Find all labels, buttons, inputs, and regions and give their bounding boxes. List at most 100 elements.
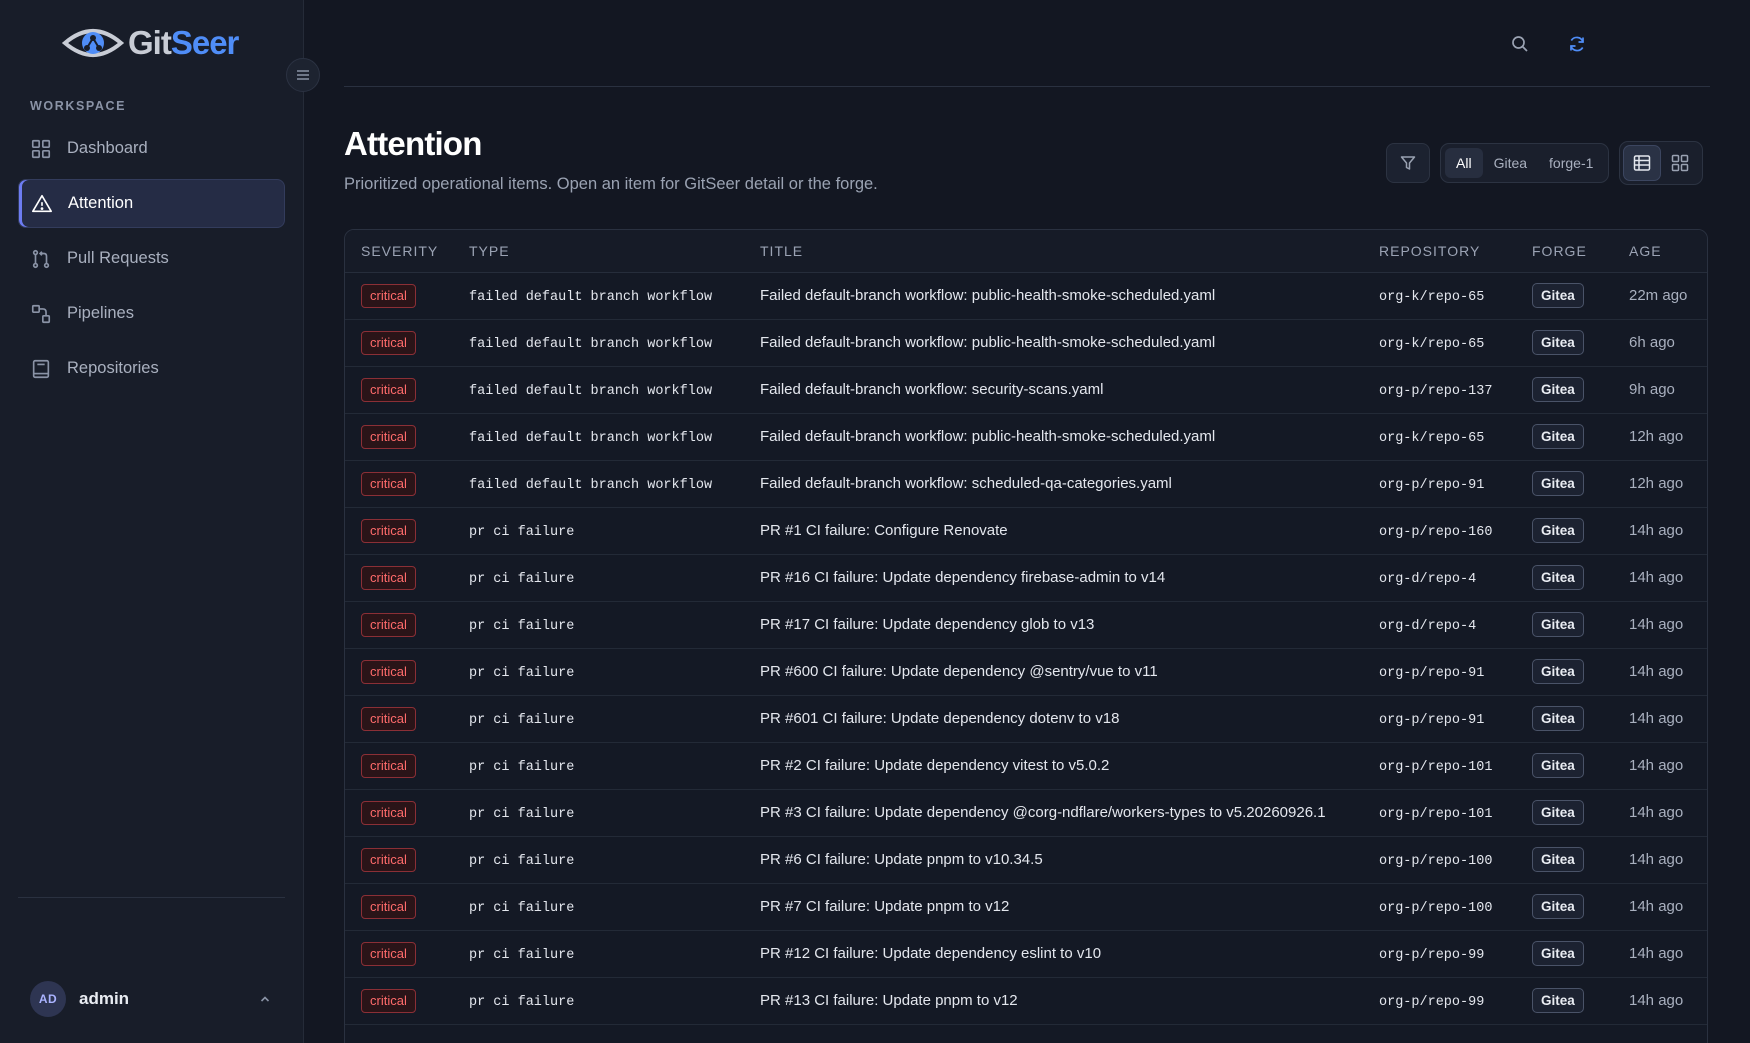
column-header-type[interactable]: TYPE bbox=[453, 230, 744, 273]
table-row[interactable]: critical failed default branch workflow Fa… bbox=[345, 413, 1707, 461]
column-header-age[interactable]: AGE bbox=[1613, 230, 1707, 273]
forge-badge[interactable]: Gitea bbox=[1532, 471, 1584, 496]
age-cell: 14h ago bbox=[1613, 507, 1707, 555]
filter-button[interactable] bbox=[1386, 143, 1430, 183]
forge-cell: Gitea bbox=[1516, 413, 1613, 461]
table-row[interactable]: critical failed default branch workflow Fa… bbox=[345, 460, 1707, 508]
table-body: critical failed default branch workflow Fa… bbox=[345, 272, 1707, 1025]
severity-cell: critical bbox=[345, 883, 453, 931]
forge-cell: Gitea bbox=[1516, 930, 1613, 978]
search-button[interactable] bbox=[1504, 28, 1536, 60]
forge-badge[interactable]: Gitea bbox=[1532, 847, 1584, 872]
severity-badge: critical bbox=[361, 612, 416, 637]
forge-badge[interactable]: Gitea bbox=[1532, 330, 1584, 355]
forge-badge[interactable]: Gitea bbox=[1532, 612, 1584, 637]
forge-badge[interactable]: Gitea bbox=[1532, 424, 1584, 449]
table-row[interactable]: critical pr ci failure PR #12 CI failure: … bbox=[345, 930, 1707, 978]
title-cell[interactable]: PR #13 CI failure: Update pnpm to v12 bbox=[744, 977, 1363, 1025]
type-text: pr ci failure bbox=[469, 853, 575, 869]
age-cell: 14h ago bbox=[1613, 695, 1707, 743]
repository-cell: org-d/repo-4 bbox=[1363, 601, 1516, 649]
severity-badge: critical bbox=[361, 377, 416, 402]
brand-logo[interactable]: GitSeer bbox=[0, 0, 303, 86]
type-text: pr ci failure bbox=[469, 806, 575, 822]
forge-badge[interactable]: Gitea bbox=[1532, 800, 1584, 825]
forge-badge[interactable]: Gitea bbox=[1532, 753, 1584, 778]
type-cell: failed default branch workflow bbox=[453, 460, 744, 508]
forge-filter-all[interactable]: All bbox=[1445, 148, 1483, 178]
forge-filter-gitea[interactable]: Gitea bbox=[1483, 148, 1538, 178]
forge-badge[interactable]: Gitea bbox=[1532, 706, 1584, 731]
forge-badge[interactable]: Gitea bbox=[1532, 283, 1584, 308]
forge-badge[interactable]: Gitea bbox=[1532, 894, 1584, 919]
table-row[interactable]: critical pr ci failure PR #17 CI failure: … bbox=[345, 601, 1707, 649]
title-cell[interactable]: PR #3 CI failure: Update dependency @cor… bbox=[744, 789, 1363, 837]
refresh-button[interactable] bbox=[1561, 28, 1593, 60]
severity-badge: critical bbox=[361, 800, 416, 825]
sidebar-collapse-button[interactable] bbox=[286, 58, 320, 92]
repository-text: org-p/repo-101 bbox=[1379, 759, 1493, 775]
table-row[interactable]: critical pr ci failure PR #7 CI failure: U… bbox=[345, 883, 1707, 931]
table-row[interactable]: critical pr ci failure PR #2 CI failure: U… bbox=[345, 742, 1707, 790]
title-cell[interactable]: PR #12 CI failure: Update dependency esl… bbox=[744, 930, 1363, 978]
type-text: pr ci failure bbox=[469, 900, 575, 916]
table-row[interactable]: critical pr ci failure PR #600 CI failure:… bbox=[345, 648, 1707, 696]
sidebar-item-label: Dashboard bbox=[67, 139, 148, 157]
forge-badge[interactable]: Gitea bbox=[1532, 659, 1584, 684]
forge-filter-forge-1[interactable]: forge-1 bbox=[1538, 148, 1604, 178]
title-cell[interactable]: Failed default-branch workflow: security… bbox=[744, 366, 1363, 414]
sidebar-item-attention[interactable]: Attention bbox=[18, 179, 285, 228]
type-text: failed default branch workflow bbox=[469, 477, 713, 493]
table-row[interactable]: critical failed default branch workflow Fa… bbox=[345, 366, 1707, 414]
title-cell[interactable]: PR #6 CI failure: Update pnpm to v10.34.… bbox=[744, 836, 1363, 884]
sidebar-item-repositories[interactable]: Repositories bbox=[18, 344, 285, 393]
table-row[interactable]: critical pr ci failure PR #601 CI failure:… bbox=[345, 695, 1707, 743]
chevron-up-icon[interactable] bbox=[257, 991, 273, 1007]
forge-badge[interactable]: Gitea bbox=[1532, 565, 1584, 590]
table-row[interactable]: critical pr ci failure PR #13 CI failure: … bbox=[345, 977, 1707, 1025]
sidebar-item-dashboard[interactable]: Dashboard bbox=[18, 124, 285, 173]
title-cell[interactable]: PR #16 CI failure: Update dependency fir… bbox=[744, 554, 1363, 602]
severity-cell: critical bbox=[345, 272, 453, 320]
title-cell[interactable]: Failed default-branch workflow: public-h… bbox=[744, 272, 1363, 320]
table-row[interactable]: critical failed default branch workflow Fa… bbox=[345, 319, 1707, 367]
column-header-severity[interactable]: SEVERITY bbox=[345, 230, 453, 273]
title-cell[interactable]: PR #601 CI failure: Update dependency do… bbox=[744, 695, 1363, 743]
severity-cell: critical bbox=[345, 742, 453, 790]
title-cell[interactable]: PR #7 CI failure: Update pnpm to v12 bbox=[744, 883, 1363, 931]
user-menu[interactable]: AD admin bbox=[30, 979, 273, 1019]
page-header: Attention Prioritized operational items.… bbox=[344, 125, 878, 194]
table-row[interactable]: critical pr ci failure PR #3 CI failure: U… bbox=[345, 789, 1707, 837]
forge-badge[interactable]: Gitea bbox=[1532, 941, 1584, 966]
title-cell[interactable]: PR #600 CI failure: Update dependency @s… bbox=[744, 648, 1363, 696]
title-cell[interactable]: Failed default-branch workflow: schedule… bbox=[744, 460, 1363, 508]
table-controls: All Gitea forge-1 bbox=[1386, 141, 1704, 185]
column-header-repository[interactable]: REPOSITORY bbox=[1363, 230, 1516, 273]
title-cell[interactable]: Failed default-branch workflow: public-h… bbox=[744, 319, 1363, 367]
type-text: failed default branch workflow bbox=[469, 289, 713, 305]
repository-text: org-k/repo-65 bbox=[1379, 430, 1485, 446]
table-row[interactable]: critical pr ci failure PR #6 CI failure: U… bbox=[345, 836, 1707, 884]
grid-view-button[interactable] bbox=[1661, 145, 1699, 181]
git-pull-request-icon bbox=[32, 249, 50, 268]
table-view-button[interactable] bbox=[1623, 145, 1662, 181]
type-text: pr ci failure bbox=[469, 759, 575, 775]
title-cell[interactable]: Failed default-branch workflow: public-h… bbox=[744, 413, 1363, 461]
table-row[interactable]: critical pr ci failure PR #16 CI failure: … bbox=[345, 554, 1707, 602]
forge-badge[interactable]: Gitea bbox=[1532, 377, 1584, 402]
column-header-title[interactable]: TITLE bbox=[744, 230, 1363, 273]
forge-badge[interactable]: Gitea bbox=[1532, 518, 1584, 543]
repository-cell: org-p/repo-100 bbox=[1363, 836, 1516, 884]
type-text: pr ci failure bbox=[469, 571, 575, 587]
repository-cell: org-k/repo-65 bbox=[1363, 272, 1516, 320]
forge-badge[interactable]: Gitea bbox=[1532, 988, 1584, 1013]
table-row[interactable]: critical failed default branch workflow Fa… bbox=[345, 272, 1707, 320]
age-cell: 22m ago bbox=[1613, 272, 1707, 320]
title-cell[interactable]: PR #1 CI failure: Configure Renovate bbox=[744, 507, 1363, 555]
sidebar-item-pipelines[interactable]: Pipelines bbox=[18, 289, 285, 338]
table-row[interactable]: critical pr ci failure PR #1 CI failure: C… bbox=[345, 507, 1707, 555]
title-cell[interactable]: PR #17 CI failure: Update dependency glo… bbox=[744, 601, 1363, 649]
sidebar-item-pull-requests[interactable]: Pull Requests bbox=[18, 234, 285, 283]
title-cell[interactable]: PR #2 CI failure: Update dependency vite… bbox=[744, 742, 1363, 790]
column-header-forge[interactable]: FORGE bbox=[1516, 230, 1613, 273]
